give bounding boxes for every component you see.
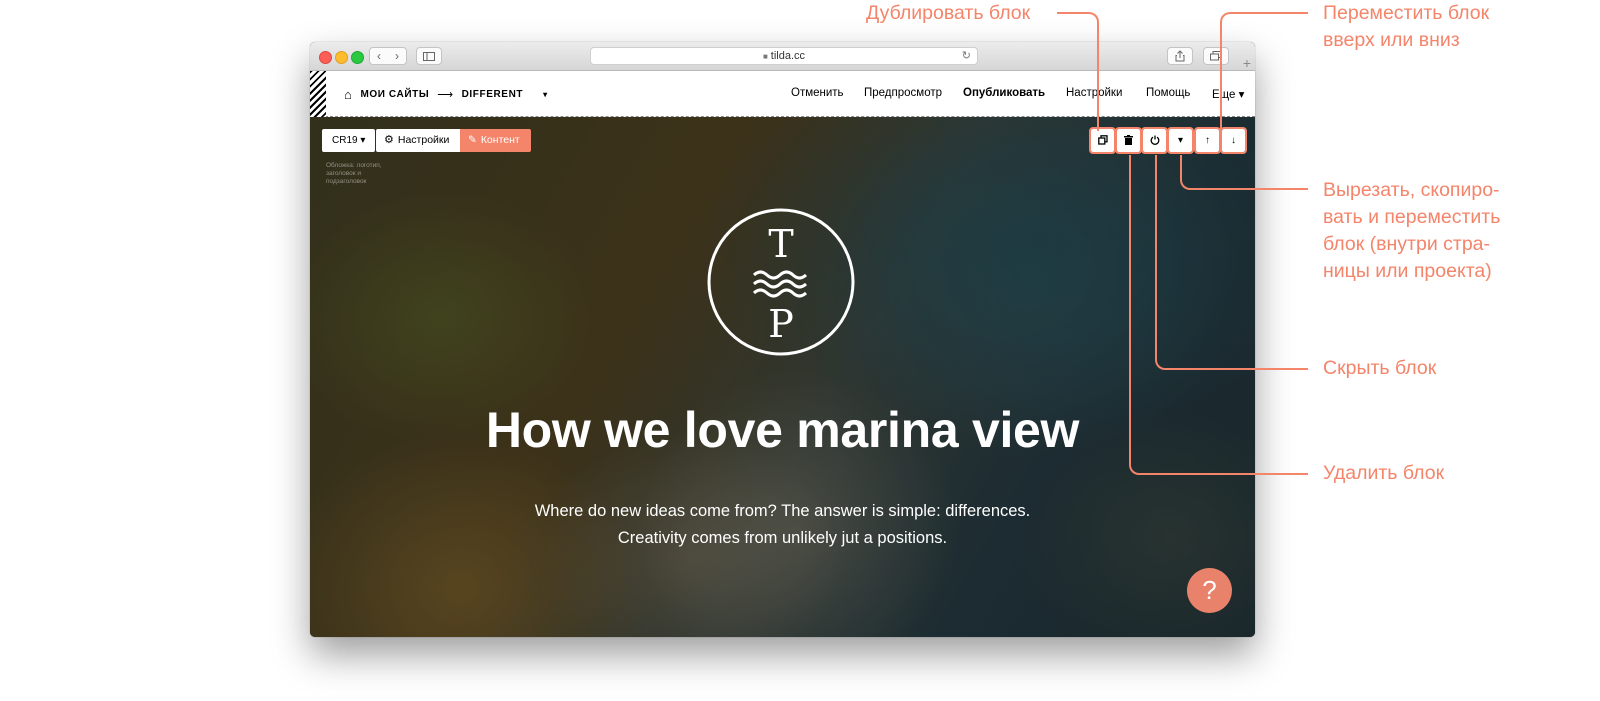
annotation-delete: Удалить блок <box>1323 462 1445 484</box>
close-window-button[interactable] <box>319 51 332 64</box>
delete-block-button[interactable] <box>1115 127 1142 154</box>
power-icon <box>1150 135 1159 145</box>
block-content-label: Контент <box>480 134 520 146</box>
move-block-up-button[interactable]: ↑ <box>1194 127 1221 154</box>
annotation-hide: Скрыть блок <box>1323 357 1437 379</box>
menu-preview[interactable]: Предпросмотр <box>864 87 942 99</box>
breadcrumb: ⌂ МОИ САЙТЫ ⟶ DIFFERENT ▾ <box>344 87 548 102</box>
block-id-dropdown[interactable]: CR19 ▾ <box>322 129 376 152</box>
annotation-line: блок (внутри стра- <box>1323 233 1491 255</box>
annotation-line: Переместить блок <box>1323 2 1490 24</box>
history-nav: ‹ › <box>369 47 407 65</box>
block-settings-button[interactable]: ⚙ Настройки <box>376 129 460 152</box>
chevron-down-icon: ▾ <box>1177 135 1184 146</box>
delete-callout-line <box>1129 155 1308 475</box>
menu-publish[interactable]: Опубликовать <box>963 87 1045 99</box>
hero-subtitle-line: Where do new ideas come from? The answer… <box>534 502 1031 520</box>
gear-icon: ⚙ <box>384 134 394 146</box>
arrow-up-icon: ↑ <box>1205 135 1210 146</box>
sidebar-icon <box>423 52 435 61</box>
hero-subtitle: Where do new ideas come from? The answer… <box>310 498 1255 552</box>
back-icon[interactable]: ‹ <box>370 48 388 64</box>
cover-overlay <box>310 117 1255 637</box>
lock-icon: ■ <box>762 52 768 61</box>
browser-titlebar: ‹ › ■ tilda.cc ↻ + <box>310 42 1255 71</box>
logo-tp: T P <box>707 208 855 356</box>
block-settings-label: Настройки <box>397 134 450 146</box>
breadcrumb-root[interactable]: МОИ САЙТЫ <box>360 89 429 100</box>
chevron-down-icon[interactable]: ▾ <box>543 90 548 99</box>
annotation-cut-copy-move: Вырезать, скопиро- вать и переместить бл… <box>1323 177 1500 285</box>
share-icon <box>1175 50 1185 62</box>
logo-letter-bottom: P <box>768 302 794 346</box>
menu-undo[interactable]: Отменить <box>791 87 844 99</box>
sidebar-toggle-button[interactable] <box>416 47 442 65</box>
annotation-line: Вырезать, скопиро- <box>1323 179 1500 201</box>
annotation-line: вать и переместить <box>1323 206 1501 228</box>
block-actions-dropdown[interactable]: ▾ <box>1167 127 1194 154</box>
hide-block-button[interactable] <box>1141 127 1168 154</box>
forward-icon[interactable]: › <box>388 48 406 64</box>
trash-icon <box>1124 135 1133 145</box>
move-block-down-button[interactable]: ↓ <box>1220 127 1247 154</box>
zigzag-pattern <box>310 71 326 117</box>
duplicate-callout-line <box>1057 12 1099 131</box>
hero-subtitle-line: Creativity comes from unlikely jut a pos… <box>617 529 948 547</box>
home-icon[interactable]: ⌂ <box>344 87 352 102</box>
hero-title: How we love marina view <box>485 402 1080 458</box>
annotation-move: Переместить блок вверх или вниз <box>1323 0 1489 54</box>
reload-icon[interactable]: ↻ <box>962 48 971 64</box>
browser-window: ‹ › ■ tilda.cc ↻ + ⌂ МОИ САЙТЫ ⟶ DIFFERENT… <box>310 42 1255 637</box>
block-description: Обложка: логотип, заголовок и подзаголов… <box>326 162 382 185</box>
arrow-down-icon: ↓ <box>1231 135 1236 146</box>
duplicate-block-button[interactable] <box>1089 127 1116 154</box>
annotation-line: ницы или проекта) <box>1323 260 1492 282</box>
url-text: tilda.cc <box>770 50 806 62</box>
annotation-line: вверх или вниз <box>1323 29 1460 51</box>
duplicate-icon <box>1097 135 1108 145</box>
breadcrumb-arrow-icon: ⟶ <box>437 89 454 101</box>
minimize-window-button[interactable] <box>335 51 348 64</box>
logo-letter-top: T <box>768 222 793 266</box>
address-bar[interactable]: ■ tilda.cc ↻ <box>590 47 978 65</box>
block-content-button[interactable]: ✎ Контент <box>460 129 531 152</box>
annotation-duplicate: Дублировать блок <box>866 2 1031 24</box>
menu-help[interactable]: Помощь <box>1146 87 1190 99</box>
breadcrumb-current[interactable]: DIFFERENT <box>462 89 524 100</box>
hero-cover-block: CR19 ▾ ⚙ Настройки ✎ Контент Обложка: лого… <box>310 117 1255 637</box>
help-button[interactable]: ? <box>1187 568 1232 613</box>
pencil-icon: ✎ <box>468 134 477 146</box>
share-button[interactable] <box>1167 47 1193 65</box>
move-callout-line <box>1220 12 1308 131</box>
tilda-topbar: ⌂ МОИ САЙТЫ ⟶ DIFFERENT ▾ Отменить Предп… <box>310 71 1255 117</box>
zoom-window-button[interactable] <box>351 51 364 64</box>
